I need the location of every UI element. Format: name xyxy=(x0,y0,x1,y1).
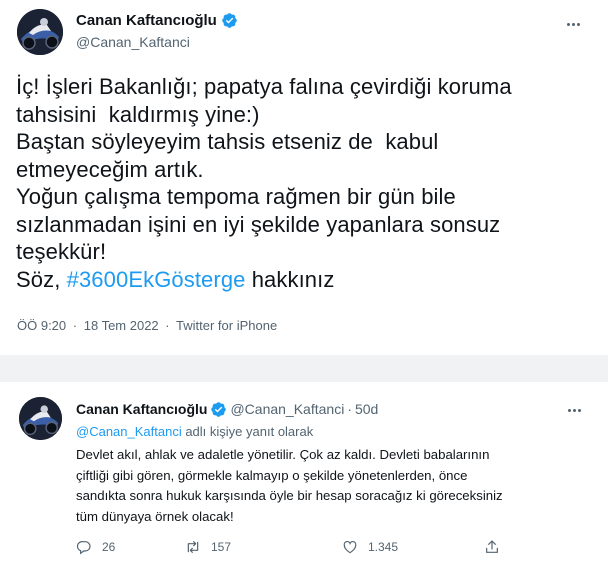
more-dots-icon xyxy=(567,408,571,412)
meta-separator: · xyxy=(72,318,78,333)
verified-badge-icon xyxy=(211,401,227,417)
retweet-icon xyxy=(187,541,199,553)
more-dots-icon xyxy=(566,22,570,26)
last-line-suffix: hakkınız xyxy=(245,266,335,292)
tweet-text: Devlet akıl, ahlak ve adaletle yönetilir… xyxy=(76,445,596,527)
tweet-text-line: tüm dünyaya örnek olacak! xyxy=(76,508,234,524)
meta-separator: · xyxy=(165,318,170,333)
author-handle[interactable]: @Canan_Kaftanci xyxy=(230,401,344,417)
retweet-button[interactable]: 157 xyxy=(185,537,231,557)
tweet-time[interactable]: ÖÖ 9:20 xyxy=(17,318,66,333)
like-count: 1.345 xyxy=(368,540,399,554)
motorcycle-photo-icon xyxy=(19,397,62,440)
last-line-prefix: Söz, xyxy=(16,266,67,292)
like-button[interactable]: 1.345 xyxy=(342,537,398,557)
author-name[interactable]: Canan Kaftancıoğlu xyxy=(76,401,207,417)
reply-to-suffix: adlı kişiye yanıt olarak xyxy=(181,424,314,439)
tweet-separator-band xyxy=(0,355,608,382)
hashtag-link[interactable]: #3600EkGösterge xyxy=(67,267,246,292)
motorcycle-photo-icon xyxy=(17,9,63,55)
reply-header: Canan Kaftancıoğlu @Canan_Kaftanci · 50d xyxy=(76,400,378,418)
like-icon xyxy=(343,540,357,554)
tweet-text-line: tahsisini kaldırmış yine:) xyxy=(16,101,260,127)
tweet-age[interactable]: 50d xyxy=(355,401,378,417)
author-avatar[interactable] xyxy=(17,9,63,55)
tweet-text-line: teşekkür! xyxy=(16,239,107,264)
author-avatar[interactable] xyxy=(19,397,62,440)
reply-button[interactable]: 26 xyxy=(76,537,115,557)
tweet-source[interactable]: Twitter for iPhone xyxy=(176,318,277,333)
tweet-text-line: sızlanmadan işini en iyi şekilde yapanla… xyxy=(16,211,501,237)
main-tweet: Canan Kaftancıoğlu @Canan_Kaftanci İç! İ… xyxy=(0,0,608,355)
tweet-metadata: ÖÖ 9:20 · 18 Tem 2022 · Twitter for iPho… xyxy=(17,318,280,333)
tweet-text: İç! İşleri Bakanlığı; papatya falına çev… xyxy=(16,73,601,293)
more-options-button[interactable] xyxy=(561,16,585,32)
share-icon xyxy=(486,540,498,553)
tweet-actions: 26 157 1.345 xyxy=(76,537,516,557)
tweet-text-line: Yoğun çalışma tempoma rağmen bir gün bil… xyxy=(16,184,456,209)
header-separator: · xyxy=(347,401,352,417)
tweet-text-line: Devlet akıl, ahlak ve adaletle yönetilir… xyxy=(76,447,490,462)
tweet-text-line: sandıkta sonra hukuk karşısında öyle bir… xyxy=(76,488,503,503)
reply-to-mention[interactable]: @Canan_Kaftanci xyxy=(76,424,182,439)
author-name-row[interactable]: Canan Kaftancıoğlu xyxy=(76,12,238,29)
tweet-text-line: etmeyeceğim artık. xyxy=(16,156,204,182)
share-button[interactable] xyxy=(484,537,500,557)
replying-to: @Canan_Kaftanci adlı kişiye yanıt olarak xyxy=(76,424,313,439)
tweet-text-line: çiftliği gibi gören, görmekle kalmayıp o… xyxy=(76,467,468,483)
verified-badge-icon xyxy=(222,13,237,28)
tweet-text-line: İç! İşleri Bakanlığı; papatya falına çev… xyxy=(16,74,512,99)
more-options-button[interactable] xyxy=(562,402,586,418)
reply-tweet[interactable]: Canan Kaftancıoğlu @Canan_Kaftanci · 50d… xyxy=(0,382,608,566)
tweet-text-last-line: Söz, #3600EkGösterge hakkınız xyxy=(16,266,601,294)
reply-count: 26 xyxy=(102,540,116,554)
author-name[interactable]: Canan Kaftancıoğlu xyxy=(76,12,217,29)
tweet-date[interactable]: 18 Tem 2022 xyxy=(84,318,159,333)
retweet-count: 157 xyxy=(211,540,232,554)
tweet-text-line: Baştan söyleyeyim tahsis etseniz de kabu… xyxy=(16,129,439,154)
reply-icon xyxy=(76,541,91,555)
author-handle[interactable]: @Canan_Kaftanci xyxy=(76,34,190,50)
